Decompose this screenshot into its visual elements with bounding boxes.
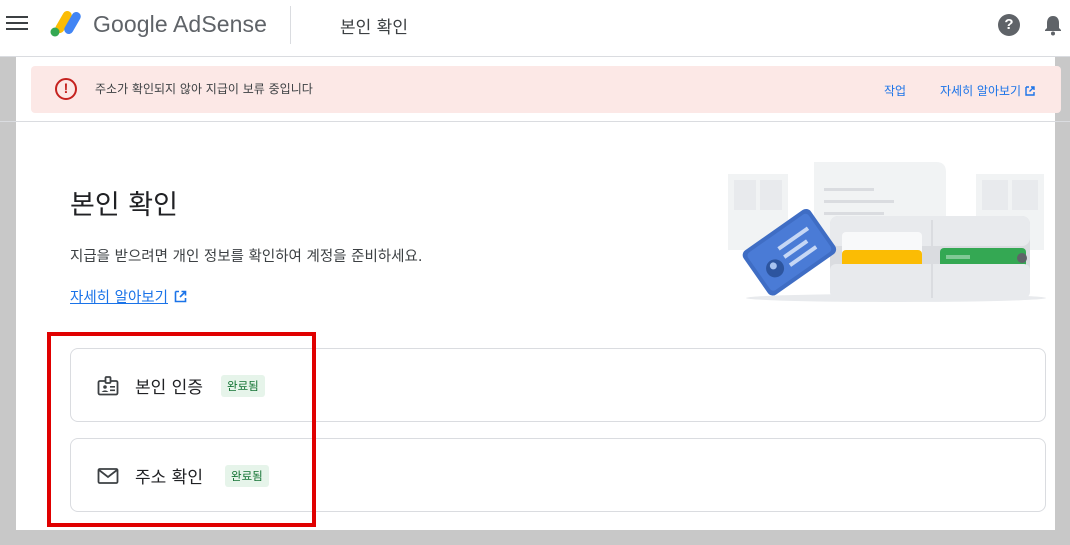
alert-action-link[interactable]: 작업 — [884, 82, 906, 99]
section-divider — [0, 121, 1070, 122]
learn-more-link[interactable]: 자세히 알아보기 — [70, 286, 187, 307]
highlight-annotation-box — [47, 332, 316, 527]
page-title: 본인 확인 — [70, 190, 178, 221]
external-link-icon — [174, 290, 187, 303]
error-icon: ! — [55, 78, 77, 100]
external-link-icon — [1025, 86, 1035, 96]
menu-icon[interactable] — [6, 16, 28, 34]
alert-learn-more-label: 자세히 알아보기 — [940, 84, 1022, 98]
bell-icon[interactable] — [1043, 14, 1063, 36]
header-page-title: 본인 확인 — [340, 18, 408, 38]
app-logo-text: Google AdSense — [93, 11, 268, 37]
adsense-logo-icon — [50, 11, 81, 37]
header-divider — [290, 6, 291, 44]
help-icon[interactable]: ? — [998, 14, 1020, 36]
alert-message: 주소가 확인되지 않아 지급이 보류 중입니다 — [95, 82, 313, 96]
wallet-id-card-illustration — [728, 162, 1046, 302]
payment-hold-alert: ! 주소가 확인되지 않아 지급이 보류 중입니다 작업 자세히 알아보기 — [31, 66, 1061, 113]
page-description: 지급을 받으려면 개인 정보를 확인하여 계정을 준비하세요. — [70, 249, 423, 265]
top-app-bar: Google AdSense 본인 확인 ? — [0, 0, 1070, 57]
alert-learn-more-link[interactable]: 자세히 알아보기 — [940, 82, 1035, 99]
learn-more-label: 자세히 알아보기 — [70, 290, 168, 306]
